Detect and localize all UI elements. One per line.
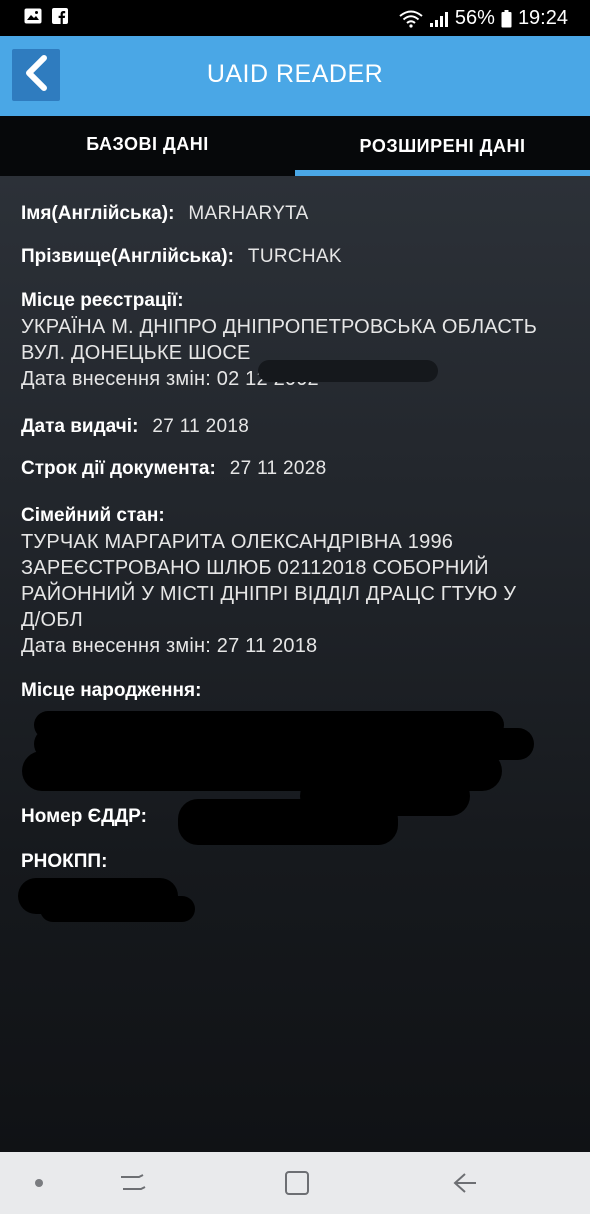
back-arrow-icon[interactable]: [440, 1152, 490, 1214]
tab-extended-data[interactable]: РОЗШИРЕНІ ДАНІ: [295, 116, 590, 176]
wifi-icon: [399, 10, 423, 28]
system-nav-bar: [0, 1152, 590, 1214]
field-value-line: ЗАРЕЄСТРОВАНО ШЛЮБ 02112018 СОБОРНИЙ: [21, 557, 489, 579]
field-birth-place: Місце народження:: [21, 678, 576, 704]
recent-apps-icon[interactable]: [108, 1152, 158, 1214]
app-title: UAID READER: [206, 60, 384, 88]
redaction: [258, 360, 438, 382]
field-value: 27 11 2018: [152, 416, 250, 437]
field-value-line: РАЙОННИЙ У МІСТІ ДНІПРІ ВІДДІЛ ДРАЦС ГТУ…: [21, 583, 517, 605]
status-bar: 56% 19:24: [0, 0, 590, 36]
image-icon: [24, 8, 42, 26]
details-panel: Імя(Англійська): MARHARYTA Прізвище(Англі…: [0, 176, 590, 1152]
battery-percent: 56%: [454, 7, 495, 29]
field-label: Імя(Англійська):: [21, 203, 175, 224]
field-value: 27 11 2028: [229, 458, 327, 479]
field-value: TURCHAK: [247, 246, 342, 267]
signal-icon: [429, 11, 449, 27]
field-label: Дата видачі:: [21, 416, 139, 437]
field-issue-date: Дата видачі: 27 11 2018: [21, 414, 576, 440]
field-label: Сімейний стан:: [21, 505, 165, 526]
field-value-line: ТУРЧАК МАРГАРИТА ОЛЕКСАНДРІВНА 1996: [21, 531, 454, 553]
tab-basic-data[interactable]: БАЗОВІ ДАНІ: [0, 116, 295, 176]
field-label: РНОКПП:: [21, 851, 108, 872]
field-value-line: УКРАЇНА М. ДНІПРО ДНІПРОПЕТРОВСЬКА ОБЛАС…: [21, 316, 538, 338]
field-value: MARHARYTA: [188, 203, 309, 224]
redaction: [40, 896, 195, 922]
field-surname-en: Прізвище(Англійська): TURCHAK: [21, 244, 576, 270]
field-label: Строк дії документа:: [21, 458, 216, 479]
battery-icon: [501, 9, 512, 28]
dot-icon[interactable]: [24, 1152, 54, 1214]
field-label: Прізвище(Англійська):: [21, 246, 234, 267]
redaction: [178, 799, 398, 845]
app-bar: UAID READER: [0, 36, 590, 116]
change-date: Дата внесення змін: 27 11 2018: [21, 635, 318, 657]
home-icon[interactable]: [272, 1152, 322, 1214]
tab-bar: БАЗОВІ ДАНІ РОЗШИРЕНІ ДАНІ: [0, 116, 590, 176]
field-rnokpp: РНОКПП:: [21, 849, 576, 875]
field-expiry-date: Строк дії документа: 27 11 2028: [21, 456, 576, 482]
clock: 19:24: [517, 7, 568, 29]
field-label: Місце реєстрації:: [21, 290, 184, 311]
field-label: Місце народження:: [21, 680, 202, 701]
facebook-icon: [52, 8, 70, 26]
field-name-en: Імя(Англійська): MARHARYTA: [21, 201, 576, 227]
field-value-line: Д/ОБЛ: [21, 609, 83, 631]
field-marital-status: Сімейний стан: ТУРЧАК МАРГАРИТА ОЛЕКСАНД…: [21, 503, 576, 659]
